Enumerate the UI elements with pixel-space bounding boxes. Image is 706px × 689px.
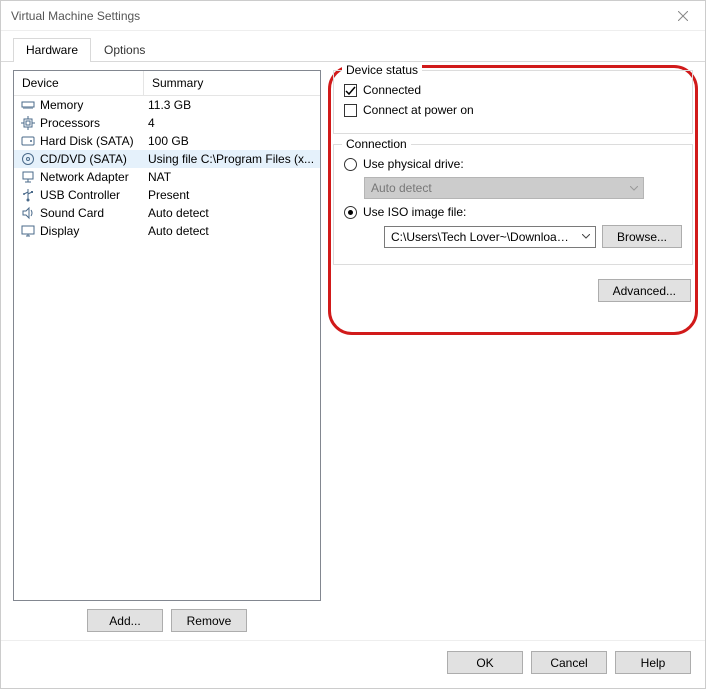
help-button[interactable]: Help bbox=[615, 651, 691, 674]
tabstrip: Hardware Options bbox=[1, 31, 705, 62]
physical-drive-value: Auto detect bbox=[365, 181, 625, 195]
ok-button[interactable]: OK bbox=[447, 651, 523, 674]
device-summary: 4 bbox=[144, 116, 318, 130]
physical-label: Use physical drive: bbox=[363, 157, 464, 171]
device-summary: Present bbox=[144, 188, 318, 202]
window-title: Virtual Machine Settings bbox=[11, 9, 140, 23]
tab-options[interactable]: Options bbox=[91, 38, 158, 62]
vm-settings-window: Virtual Machine Settings Hardware Option… bbox=[0, 0, 706, 689]
device-name: USB Controller bbox=[40, 188, 144, 202]
physical-drive-combo: Auto detect bbox=[364, 177, 644, 199]
connection-group: Connection Use physical drive: Auto dete… bbox=[333, 144, 693, 265]
device-summary: Auto detect bbox=[144, 206, 318, 220]
right-panel: Device status Connected Connect at power… bbox=[333, 70, 693, 632]
device-row[interactable]: Network AdapterNAT bbox=[14, 168, 320, 186]
usb-icon bbox=[20, 187, 36, 203]
device-row[interactable]: Hard Disk (SATA)100 GB bbox=[14, 132, 320, 150]
dialog-buttons: OK Cancel Help bbox=[1, 640, 705, 688]
connected-checkbox[interactable]: Connected bbox=[344, 83, 682, 97]
device-list-buttons: Add... Remove bbox=[13, 601, 321, 632]
cancel-button[interactable]: Cancel bbox=[531, 651, 607, 674]
hdd-icon bbox=[20, 133, 36, 149]
device-list-header: Device Summary bbox=[14, 71, 320, 96]
iso-label: Use ISO image file: bbox=[363, 205, 466, 219]
net-icon bbox=[20, 169, 36, 185]
use-iso-radio[interactable]: Use ISO image file: bbox=[344, 205, 682, 219]
connect-at-poweron-checkbox[interactable]: Connect at power on bbox=[344, 103, 682, 117]
titlebar: Virtual Machine Settings bbox=[1, 1, 705, 31]
chevron-down-icon bbox=[577, 227, 595, 247]
sound-icon bbox=[20, 205, 36, 221]
cd-icon bbox=[20, 151, 36, 167]
device-summary: 100 GB bbox=[144, 134, 318, 148]
connection-legend: Connection bbox=[342, 137, 411, 151]
device-name: Processors bbox=[40, 116, 144, 130]
device-summary: Using file C:\Program Files (x... bbox=[144, 152, 318, 166]
device-row[interactable]: CD/DVD (SATA)Using file C:\Program Files… bbox=[14, 150, 320, 168]
connected-label: Connected bbox=[363, 83, 421, 97]
header-summary[interactable]: Summary bbox=[144, 71, 320, 95]
device-row[interactable]: Processors4 bbox=[14, 114, 320, 132]
poweron-label: Connect at power on bbox=[363, 103, 474, 117]
device-name: Network Adapter bbox=[40, 170, 144, 184]
browse-button[interactable]: Browse... bbox=[602, 225, 682, 248]
device-name: Sound Card bbox=[40, 206, 144, 220]
device-row[interactable]: DisplayAuto detect bbox=[14, 222, 320, 240]
add-button[interactable]: Add... bbox=[87, 609, 163, 632]
iso-path-combo[interactable]: C:\Users\Tech Lover~\Downloads\VM Tool bbox=[384, 226, 596, 248]
close-button[interactable] bbox=[660, 1, 705, 31]
device-name: Display bbox=[40, 224, 144, 238]
device-summary: Auto detect bbox=[144, 224, 318, 238]
device-list[interactable]: Device Summary Memory11.3 GBProcessors4H… bbox=[13, 70, 321, 601]
header-device[interactable]: Device bbox=[14, 71, 144, 95]
left-panel: Device Summary Memory11.3 GBProcessors4H… bbox=[13, 70, 321, 632]
remove-button[interactable]: Remove bbox=[171, 609, 247, 632]
tab-hardware[interactable]: Hardware bbox=[13, 38, 91, 62]
device-row[interactable]: USB ControllerPresent bbox=[14, 186, 320, 204]
device-row[interactable]: Memory11.3 GB bbox=[14, 96, 320, 114]
device-name: Memory bbox=[40, 98, 144, 112]
use-physical-drive-radio[interactable]: Use physical drive: bbox=[344, 157, 682, 171]
device-status-group: Device status Connected Connect at power… bbox=[333, 70, 693, 134]
display-icon bbox=[20, 223, 36, 239]
device-summary: NAT bbox=[144, 170, 318, 184]
device-status-legend: Device status bbox=[342, 63, 422, 77]
cpu-icon bbox=[20, 115, 36, 131]
device-name: CD/DVD (SATA) bbox=[40, 152, 144, 166]
device-row[interactable]: Sound CardAuto detect bbox=[14, 204, 320, 222]
advanced-button[interactable]: Advanced... bbox=[598, 279, 691, 302]
device-summary: 11.3 GB bbox=[144, 98, 318, 112]
content-area: Device Summary Memory11.3 GBProcessors4H… bbox=[1, 62, 705, 640]
checkmark-icon bbox=[345, 85, 356, 96]
memory-icon bbox=[20, 97, 36, 113]
close-icon bbox=[678, 11, 688, 21]
device-name: Hard Disk (SATA) bbox=[40, 134, 144, 148]
iso-path-value: C:\Users\Tech Lover~\Downloads\VM Tool bbox=[385, 230, 577, 244]
chevron-down-icon bbox=[625, 178, 643, 198]
